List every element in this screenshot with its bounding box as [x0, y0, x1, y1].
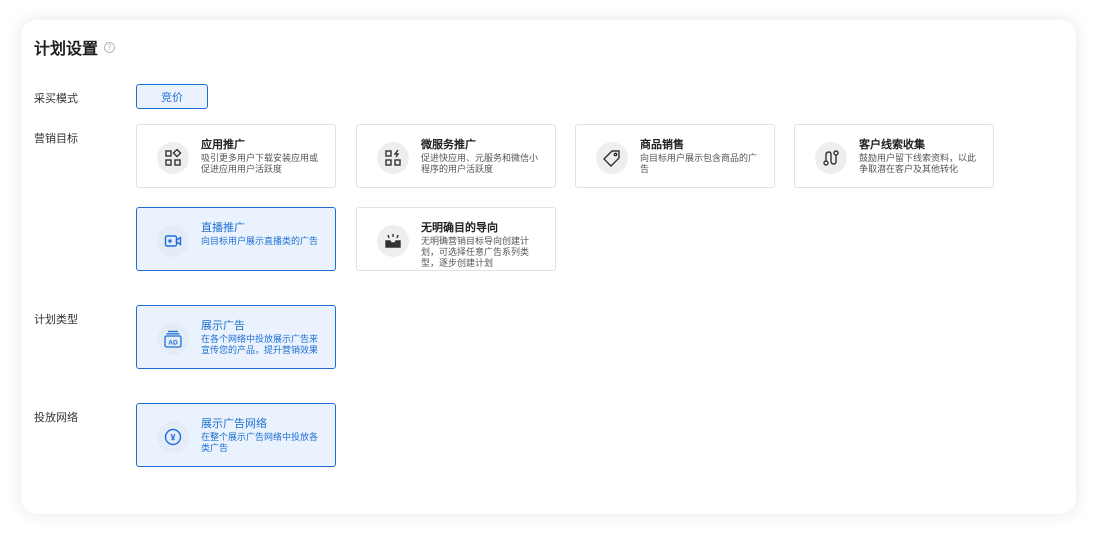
- live-camera-icon: [157, 225, 189, 257]
- lead-path-icon: [815, 142, 847, 174]
- card-title: 商品销售: [640, 138, 684, 151]
- card-title: 展示广告网络: [201, 417, 267, 430]
- card-desc: 无明确营销目标导向创建计划，可选择任意广告系列类型，逐步创建计划: [421, 237, 530, 269]
- inbox-icon: [377, 225, 409, 257]
- app-grid-icon: [157, 142, 189, 174]
- card-desc: 向目标用户展示包含商品的广告: [640, 154, 758, 175]
- page-title: 计划设置 ?: [34, 35, 116, 59]
- yuan-icon-text: ¥: [170, 433, 175, 443]
- plan-settings-panel: 计划设置 ? 采买模式 竞价 营销目标 应用推广 吸引更多用户下载安装应用或促进…: [21, 20, 1076, 514]
- ad-icon-text: AD: [168, 340, 178, 347]
- network-label: 投放网络: [34, 411, 78, 424]
- card-title: 展示广告: [201, 319, 245, 332]
- purchase-mode-label: 采买模式: [34, 92, 78, 105]
- goal-card-no-goal[interactable]: 无明确目的导向 无明确营销目标导向创建计划，可选择任意广告系列类型，逐步创建计划: [356, 207, 556, 271]
- marketing-goal-label: 营销目标: [34, 132, 78, 145]
- card-title: 无明确目的导向: [421, 221, 498, 234]
- tag-icon: [596, 142, 628, 174]
- plan-type-card-display-ad[interactable]: AD 展示广告 在各个网络中投放展示广告来宣传您的产品，提升营销效果: [136, 305, 336, 369]
- micro-service-icon: [377, 142, 409, 174]
- network-card-display-network[interactable]: ¥ 展示广告网络 在整个展示广告网络中投放各类广告: [136, 403, 336, 467]
- goal-card-micro-service[interactable]: 微服务推广 促进快应用、元服务和微信小程序的用户活跃度: [356, 124, 556, 188]
- bidding-button[interactable]: 竞价: [136, 84, 208, 109]
- goal-card-product-sales[interactable]: 商品销售 向目标用户展示包含商品的广告: [575, 124, 775, 188]
- plan-type-label: 计划类型: [34, 313, 78, 326]
- card-title: 应用推广: [201, 138, 245, 151]
- question-circle-icon[interactable]: ?: [104, 41, 116, 53]
- card-desc: 鼓励用户留下线索资料，以此争取潜在客户及其他转化: [859, 154, 977, 175]
- card-title: 微服务推广: [421, 138, 476, 151]
- goal-card-lead-collection[interactable]: 客户线索收集 鼓励用户留下线索资料，以此争取潜在客户及其他转化: [794, 124, 994, 188]
- card-title: 直播推广: [201, 221, 245, 234]
- card-desc: 在整个展示广告网络中投放各类广告: [201, 433, 319, 454]
- goal-card-app-promotion[interactable]: 应用推广 吸引更多用户下载安装应用或促进应用用户活跃度: [136, 124, 336, 188]
- card-title: 客户线索收集: [859, 138, 925, 151]
- card-desc: 吸引更多用户下载安装应用或促进应用用户活跃度: [201, 154, 319, 175]
- page-title-text: 计划设置: [34, 39, 99, 58]
- yuan-coin-icon: ¥: [157, 421, 189, 453]
- card-desc: 促进快应用、元服务和微信小程序的用户活跃度: [421, 154, 539, 175]
- card-desc: 向目标用户展示直播类的广告: [201, 237, 319, 247]
- ad-icon: AD: [157, 323, 189, 355]
- card-desc: 在各个网络中投放展示广告来宣传您的产品，提升营销效果: [201, 335, 319, 356]
- goal-card-live-promotion[interactable]: 直播推广 向目标用户展示直播类的广告: [136, 207, 336, 271]
